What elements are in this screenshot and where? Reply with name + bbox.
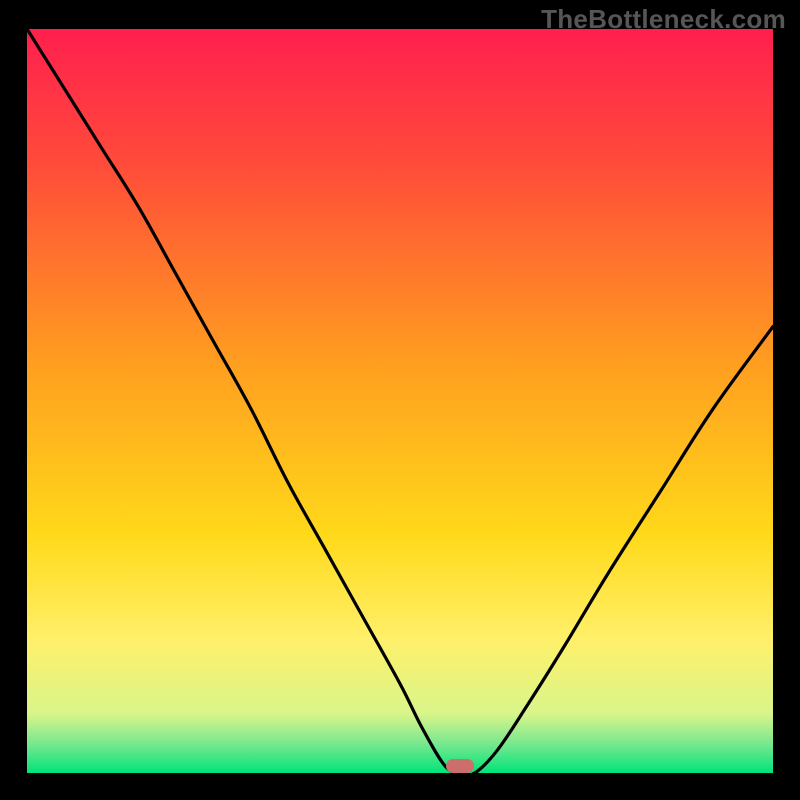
chart-frame: TheBottleneck.com xyxy=(0,0,800,800)
optimal-marker xyxy=(446,759,474,773)
gradient-background xyxy=(27,29,773,773)
bottleneck-plot xyxy=(27,29,773,773)
